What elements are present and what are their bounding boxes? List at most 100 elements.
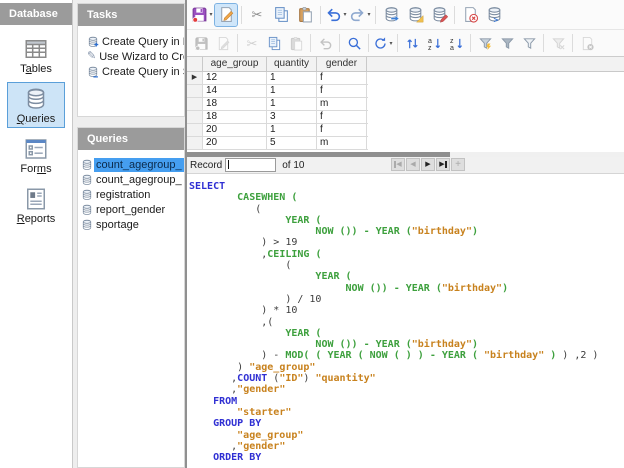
grid-cell[interactable]: 12 xyxy=(203,72,267,84)
row-header-cell[interactable] xyxy=(187,137,203,149)
row-header-cell[interactable]: ▶ xyxy=(187,72,203,84)
query-list-item[interactable]: count_agegroup_ xyxy=(80,157,184,172)
grid-header-filler xyxy=(367,57,624,71)
table-row[interactable]: 183f xyxy=(187,111,368,124)
sql-line: "starter" xyxy=(189,407,624,418)
row-header-cell[interactable] xyxy=(187,85,203,97)
undo-data-icon[interactable] xyxy=(315,33,335,53)
grid-cell[interactable]: 3 xyxy=(267,111,317,123)
cut-icon[interactable]: ✂ xyxy=(246,4,268,26)
database-panel: Database TablesQueries Forms Reports xyxy=(0,0,73,468)
sidebar-item-forms[interactable]: Forms xyxy=(7,132,65,178)
database-panel-header: Database xyxy=(0,3,72,25)
grid-cell[interactable]: 18 xyxy=(203,111,267,123)
sql-view-icon[interactable]: >_ xyxy=(483,4,505,26)
column-header-gender[interactable]: gender xyxy=(317,57,367,71)
dropdown-arrow-icon[interactable]: ▾ xyxy=(389,40,392,47)
grid-corner-cell[interactable] xyxy=(187,57,203,71)
sql-line: ( xyxy=(189,204,624,215)
table-row[interactable]: 181m xyxy=(187,98,368,111)
record-number-input[interactable] xyxy=(225,158,276,172)
grid-cell[interactable]: 1 xyxy=(267,98,317,110)
grid-cell[interactable]: 1 xyxy=(267,85,317,97)
sql-line: ) - MOD( ( YEAR ( NOW ( ) ) - YEAR ( "bi… xyxy=(189,350,624,361)
sql-line: ( xyxy=(189,260,624,271)
grid-cell[interactable]: 18 xyxy=(203,98,267,110)
toolbar-separator xyxy=(397,34,398,52)
refresh-icon[interactable]: ▾ xyxy=(373,33,393,53)
query-db-icon xyxy=(80,189,94,201)
sort-descending-icon[interactable]: za xyxy=(446,33,466,53)
column-header-age_group[interactable]: age_group xyxy=(203,57,267,71)
sidebar-item-queries[interactable]: Queries xyxy=(7,82,65,128)
table-row[interactable]: 205m xyxy=(187,137,368,150)
row-header-cell[interactable] xyxy=(187,124,203,136)
new-record-button[interactable]: + xyxy=(451,158,465,171)
grid-cell[interactable]: f xyxy=(317,85,367,97)
previous-record-button[interactable]: ◀ xyxy=(406,158,420,171)
apply-filter-icon[interactable] xyxy=(497,33,517,53)
run-query-icon[interactable] xyxy=(380,4,402,26)
paste-icon[interactable] xyxy=(286,33,306,53)
query-list-item[interactable]: sportage xyxy=(80,217,184,232)
grid-cell[interactable]: f xyxy=(317,124,367,136)
grid-cell[interactable]: 14 xyxy=(203,85,267,97)
copy-icon[interactable] xyxy=(270,4,292,26)
table-row[interactable]: ▶121f xyxy=(187,72,368,85)
first-record-button[interactable]: ◀ xyxy=(391,158,405,171)
task-item[interactable]: ✎Use Wizard to Cre xyxy=(87,49,184,64)
sidebar-item-label: Forms xyxy=(20,163,51,175)
new-document-icon[interactable] xyxy=(215,4,237,26)
grid-cell[interactable]: 20 xyxy=(203,137,267,149)
save-record-icon[interactable] xyxy=(191,33,211,53)
grid-cell[interactable]: 1 xyxy=(267,124,317,136)
standard-filter-icon[interactable] xyxy=(519,33,539,53)
grid-cell[interactable]: 20 xyxy=(203,124,267,136)
query-list-item[interactable]: report_gender xyxy=(80,202,184,217)
copy-icon[interactable] xyxy=(264,33,284,53)
edit-data-icon[interactable] xyxy=(213,33,233,53)
sidebar-item-tables[interactable]: Tables xyxy=(7,32,65,78)
column-header-quantity[interactable]: quantity xyxy=(267,57,317,71)
dropdown-arrow-icon[interactable]: ▾ xyxy=(209,11,212,18)
sidebar-item-reports[interactable]: Reports xyxy=(7,182,65,228)
sort-ascending-icon[interactable]: az xyxy=(424,33,444,53)
edit-query-icon[interactable] xyxy=(404,4,426,26)
table-row[interactable]: 141f xyxy=(187,85,368,98)
row-header-cell[interactable] xyxy=(187,111,203,123)
next-record-button[interactable]: ▶ xyxy=(421,158,435,171)
sql-editor[interactable]: SELECT CASEWHEN ( ( YEAR ( NOW ()) - YEA… xyxy=(187,173,624,468)
autofilter-icon[interactable] xyxy=(475,33,495,53)
text-caret xyxy=(228,160,229,169)
grid-cell[interactable]: m xyxy=(317,98,367,110)
design-view-icon[interactable] xyxy=(428,4,450,26)
table-row[interactable]: 201f xyxy=(187,124,368,137)
row-header-cell[interactable] xyxy=(187,98,203,110)
paste-icon[interactable] xyxy=(294,4,316,26)
query-db-icon xyxy=(80,174,94,186)
undo-icon[interactable]: ▾ xyxy=(325,4,347,26)
data-to-text-icon[interactable] xyxy=(577,33,597,53)
grid-cell[interactable]: f xyxy=(317,72,367,84)
reset-filter-icon[interactable] xyxy=(548,33,568,53)
grid-cell[interactable]: f xyxy=(317,111,367,123)
task-item[interactable]: Create Query in S xyxy=(87,64,184,79)
clear-query-icon[interactable] xyxy=(459,4,481,26)
task-item[interactable]: Create Query in D xyxy=(87,34,184,49)
dropdown-arrow-icon[interactable]: ▾ xyxy=(367,11,370,18)
save-icon[interactable]: ▾ xyxy=(191,4,213,26)
grid-cell[interactable]: m xyxy=(317,137,367,149)
last-record-button[interactable]: ▶ xyxy=(436,158,450,171)
find-record-icon[interactable] xyxy=(344,33,364,53)
record-navigation-bar: Record of 10 ◀◀▶▶+ xyxy=(187,157,624,174)
grid-cell[interactable]: 5 xyxy=(267,137,317,149)
sort-icon[interactable] xyxy=(402,33,422,53)
dropdown-arrow-icon[interactable]: ▾ xyxy=(343,11,346,18)
create-query-design-icon xyxy=(87,36,99,48)
table-data-toolbar: ✂ ▾ azza xyxy=(187,30,624,57)
cut-icon[interactable]: ✂ xyxy=(242,33,262,53)
query-list-item[interactable]: count_agegroup_ xyxy=(80,172,184,187)
query-list-item[interactable]: registration xyxy=(80,187,184,202)
redo-icon[interactable]: ▾ xyxy=(349,4,371,26)
grid-cell[interactable]: 1 xyxy=(267,72,317,84)
